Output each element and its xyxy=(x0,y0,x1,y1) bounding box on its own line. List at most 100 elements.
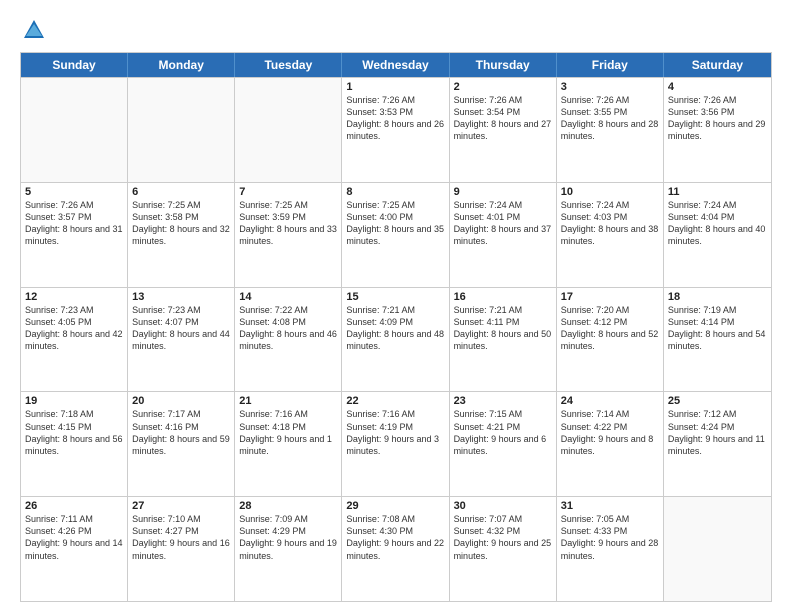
day-number: 12 xyxy=(25,291,123,303)
day-number: 19 xyxy=(25,395,123,407)
day-info: Sunrise: 7:26 AM Sunset: 3:55 PM Dayligh… xyxy=(561,94,659,143)
logo xyxy=(20,16,52,44)
day-number: 25 xyxy=(668,395,767,407)
logo-icon xyxy=(20,16,48,44)
calendar-cell: 14Sunrise: 7:22 AM Sunset: 4:08 PM Dayli… xyxy=(235,288,342,392)
day-number: 16 xyxy=(454,291,552,303)
calendar-cell: 12Sunrise: 7:23 AM Sunset: 4:05 PM Dayli… xyxy=(21,288,128,392)
day-info: Sunrise: 7:22 AM Sunset: 4:08 PM Dayligh… xyxy=(239,304,337,353)
calendar-cell: 18Sunrise: 7:19 AM Sunset: 4:14 PM Dayli… xyxy=(664,288,771,392)
calendar-header-saturday: Saturday xyxy=(664,53,771,77)
calendar-week-5: 26Sunrise: 7:11 AM Sunset: 4:26 PM Dayli… xyxy=(21,496,771,601)
day-info: Sunrise: 7:24 AM Sunset: 4:04 PM Dayligh… xyxy=(668,199,767,248)
day-info: Sunrise: 7:16 AM Sunset: 4:19 PM Dayligh… xyxy=(346,408,444,457)
day-number: 5 xyxy=(25,186,123,198)
day-number: 30 xyxy=(454,500,552,512)
day-info: Sunrise: 7:26 AM Sunset: 3:54 PM Dayligh… xyxy=(454,94,552,143)
day-number: 26 xyxy=(25,500,123,512)
day-info: Sunrise: 7:19 AM Sunset: 4:14 PM Dayligh… xyxy=(668,304,767,353)
day-info: Sunrise: 7:05 AM Sunset: 4:33 PM Dayligh… xyxy=(561,513,659,562)
day-number: 9 xyxy=(454,186,552,198)
calendar-cell xyxy=(235,78,342,182)
day-number: 18 xyxy=(668,291,767,303)
calendar-week-1: 1Sunrise: 7:26 AM Sunset: 3:53 PM Daylig… xyxy=(21,77,771,182)
day-info: Sunrise: 7:26 AM Sunset: 3:56 PM Dayligh… xyxy=(668,94,767,143)
day-number: 4 xyxy=(668,81,767,93)
calendar-cell: 19Sunrise: 7:18 AM Sunset: 4:15 PM Dayli… xyxy=(21,392,128,496)
day-info: Sunrise: 7:07 AM Sunset: 4:32 PM Dayligh… xyxy=(454,513,552,562)
calendar-cell: 26Sunrise: 7:11 AM Sunset: 4:26 PM Dayli… xyxy=(21,497,128,601)
day-info: Sunrise: 7:12 AM Sunset: 4:24 PM Dayligh… xyxy=(668,408,767,457)
day-number: 14 xyxy=(239,291,337,303)
day-info: Sunrise: 7:26 AM Sunset: 3:53 PM Dayligh… xyxy=(346,94,444,143)
day-number: 3 xyxy=(561,81,659,93)
day-number: 23 xyxy=(454,395,552,407)
day-number: 31 xyxy=(561,500,659,512)
calendar-cell: 28Sunrise: 7:09 AM Sunset: 4:29 PM Dayli… xyxy=(235,497,342,601)
day-info: Sunrise: 7:17 AM Sunset: 4:16 PM Dayligh… xyxy=(132,408,230,457)
calendar-cell: 10Sunrise: 7:24 AM Sunset: 4:03 PM Dayli… xyxy=(557,183,664,287)
day-info: Sunrise: 7:24 AM Sunset: 4:03 PM Dayligh… xyxy=(561,199,659,248)
calendar-cell: 25Sunrise: 7:12 AM Sunset: 4:24 PM Dayli… xyxy=(664,392,771,496)
calendar-cell: 20Sunrise: 7:17 AM Sunset: 4:16 PM Dayli… xyxy=(128,392,235,496)
calendar-cell: 7Sunrise: 7:25 AM Sunset: 3:59 PM Daylig… xyxy=(235,183,342,287)
day-info: Sunrise: 7:25 AM Sunset: 3:58 PM Dayligh… xyxy=(132,199,230,248)
calendar-cell: 15Sunrise: 7:21 AM Sunset: 4:09 PM Dayli… xyxy=(342,288,449,392)
day-info: Sunrise: 7:24 AM Sunset: 4:01 PM Dayligh… xyxy=(454,199,552,248)
day-number: 28 xyxy=(239,500,337,512)
day-number: 15 xyxy=(346,291,444,303)
day-number: 27 xyxy=(132,500,230,512)
calendar-cell: 31Sunrise: 7:05 AM Sunset: 4:33 PM Dayli… xyxy=(557,497,664,601)
page: SundayMondayTuesdayWednesdayThursdayFrid… xyxy=(0,0,792,612)
day-number: 29 xyxy=(346,500,444,512)
calendar-cell: 6Sunrise: 7:25 AM Sunset: 3:58 PM Daylig… xyxy=(128,183,235,287)
calendar-header-tuesday: Tuesday xyxy=(235,53,342,77)
day-info: Sunrise: 7:23 AM Sunset: 4:07 PM Dayligh… xyxy=(132,304,230,353)
day-info: Sunrise: 7:16 AM Sunset: 4:18 PM Dayligh… xyxy=(239,408,337,457)
day-number: 7 xyxy=(239,186,337,198)
day-number: 2 xyxy=(454,81,552,93)
calendar-cell: 27Sunrise: 7:10 AM Sunset: 4:27 PM Dayli… xyxy=(128,497,235,601)
day-number: 24 xyxy=(561,395,659,407)
day-number: 13 xyxy=(132,291,230,303)
day-info: Sunrise: 7:09 AM Sunset: 4:29 PM Dayligh… xyxy=(239,513,337,562)
calendar-cell: 8Sunrise: 7:25 AM Sunset: 4:00 PM Daylig… xyxy=(342,183,449,287)
day-number: 8 xyxy=(346,186,444,198)
day-number: 10 xyxy=(561,186,659,198)
day-number: 11 xyxy=(668,186,767,198)
calendar-cell: 21Sunrise: 7:16 AM Sunset: 4:18 PM Dayli… xyxy=(235,392,342,496)
calendar-cell: 30Sunrise: 7:07 AM Sunset: 4:32 PM Dayli… xyxy=(450,497,557,601)
calendar-header-wednesday: Wednesday xyxy=(342,53,449,77)
day-info: Sunrise: 7:15 AM Sunset: 4:21 PM Dayligh… xyxy=(454,408,552,457)
day-number: 20 xyxy=(132,395,230,407)
calendar-cell xyxy=(21,78,128,182)
day-number: 22 xyxy=(346,395,444,407)
calendar-header-sunday: Sunday xyxy=(21,53,128,77)
calendar-week-3: 12Sunrise: 7:23 AM Sunset: 4:05 PM Dayli… xyxy=(21,287,771,392)
calendar-cell: 2Sunrise: 7:26 AM Sunset: 3:54 PM Daylig… xyxy=(450,78,557,182)
calendar-cell: 5Sunrise: 7:26 AM Sunset: 3:57 PM Daylig… xyxy=(21,183,128,287)
day-info: Sunrise: 7:23 AM Sunset: 4:05 PM Dayligh… xyxy=(25,304,123,353)
calendar-week-2: 5Sunrise: 7:26 AM Sunset: 3:57 PM Daylig… xyxy=(21,182,771,287)
day-info: Sunrise: 7:21 AM Sunset: 4:11 PM Dayligh… xyxy=(454,304,552,353)
calendar-cell: 13Sunrise: 7:23 AM Sunset: 4:07 PM Dayli… xyxy=(128,288,235,392)
day-number: 6 xyxy=(132,186,230,198)
day-info: Sunrise: 7:25 AM Sunset: 4:00 PM Dayligh… xyxy=(346,199,444,248)
day-number: 17 xyxy=(561,291,659,303)
calendar-cell: 11Sunrise: 7:24 AM Sunset: 4:04 PM Dayli… xyxy=(664,183,771,287)
calendar-cell: 22Sunrise: 7:16 AM Sunset: 4:19 PM Dayli… xyxy=(342,392,449,496)
day-info: Sunrise: 7:20 AM Sunset: 4:12 PM Dayligh… xyxy=(561,304,659,353)
calendar-cell: 29Sunrise: 7:08 AM Sunset: 4:30 PM Dayli… xyxy=(342,497,449,601)
calendar-cell: 4Sunrise: 7:26 AM Sunset: 3:56 PM Daylig… xyxy=(664,78,771,182)
day-info: Sunrise: 7:26 AM Sunset: 3:57 PM Dayligh… xyxy=(25,199,123,248)
calendar-cell: 17Sunrise: 7:20 AM Sunset: 4:12 PM Dayli… xyxy=(557,288,664,392)
calendar-header-friday: Friday xyxy=(557,53,664,77)
day-info: Sunrise: 7:11 AM Sunset: 4:26 PM Dayligh… xyxy=(25,513,123,562)
calendar-header-monday: Monday xyxy=(128,53,235,77)
day-info: Sunrise: 7:25 AM Sunset: 3:59 PM Dayligh… xyxy=(239,199,337,248)
calendar-week-4: 19Sunrise: 7:18 AM Sunset: 4:15 PM Dayli… xyxy=(21,391,771,496)
calendar: SundayMondayTuesdayWednesdayThursdayFrid… xyxy=(20,52,772,602)
day-info: Sunrise: 7:10 AM Sunset: 4:27 PM Dayligh… xyxy=(132,513,230,562)
calendar-cell: 1Sunrise: 7:26 AM Sunset: 3:53 PM Daylig… xyxy=(342,78,449,182)
calendar-cell: 3Sunrise: 7:26 AM Sunset: 3:55 PM Daylig… xyxy=(557,78,664,182)
